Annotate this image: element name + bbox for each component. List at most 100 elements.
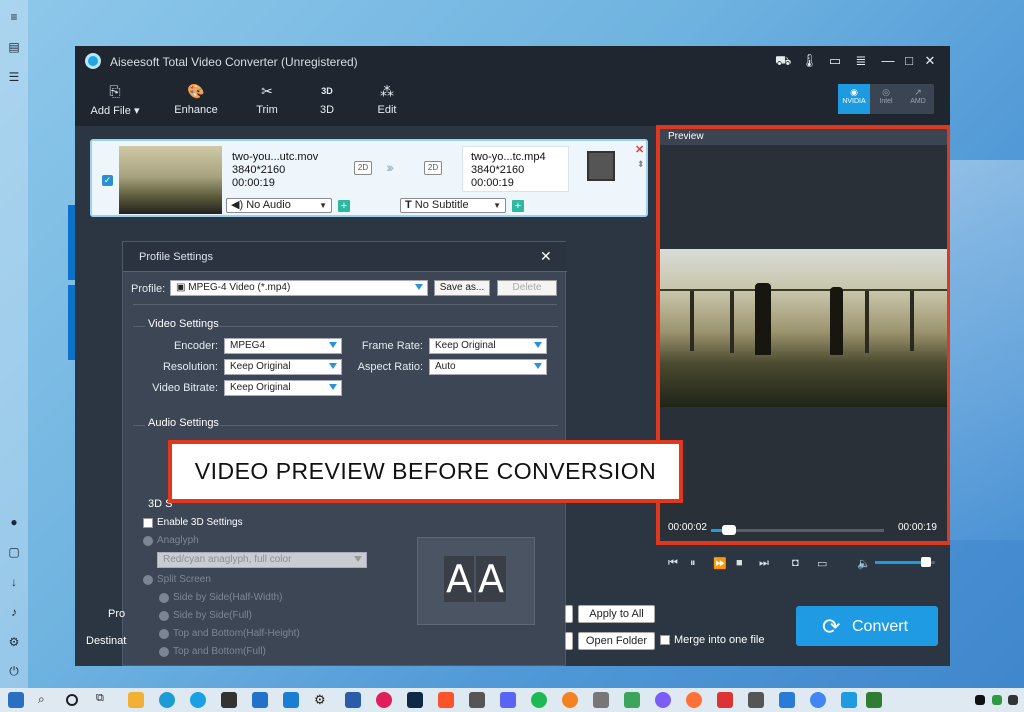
calculator-icon[interactable]	[593, 692, 609, 708]
aiseesoft-taskbar-icon[interactable]	[841, 692, 857, 708]
cart-icon[interactable]: ⛟	[775, 53, 791, 69]
tray-icon[interactable]	[975, 695, 985, 705]
spotify-icon[interactable]	[531, 692, 547, 708]
seek-handle[interactable]	[722, 525, 736, 535]
settings-icon[interactable]: ⚙	[7, 635, 21, 649]
firefox-icon[interactable]	[686, 692, 702, 708]
power-icon[interactable]: ⏻	[7, 664, 21, 678]
3d-button[interactable]: 3D 3D	[297, 82, 357, 116]
output-info-box[interactable]: two-yo...tc.mp4 3840*2160 00:00:19	[462, 146, 569, 192]
app-icon[interactable]	[469, 692, 485, 708]
search-icon[interactable]: ⌕	[38, 692, 54, 708]
save-as-button[interactable]: Save as...	[434, 280, 490, 296]
edge-dev-icon[interactable]	[190, 692, 206, 708]
gpu-nvidia-button[interactable]: ◉ NVIDIA	[838, 84, 870, 114]
anaglyph-radio[interactable]	[143, 536, 153, 546]
preview-video[interactable]	[660, 249, 947, 407]
app-icon[interactable]	[717, 692, 733, 708]
encoder-select[interactable]: MPEG4	[224, 338, 342, 354]
split-option-radio[interactable]	[159, 611, 169, 621]
subtitle-select[interactable]: T No Subtitle ▼	[400, 198, 506, 213]
document-icon[interactable]: ▢	[7, 545, 21, 559]
merge-checkbox[interactable]	[660, 635, 670, 645]
video-bitrate-select[interactable]: Keep Original	[224, 380, 342, 396]
add-file-button[interactable]: ⎘ Add File ▾	[85, 82, 145, 117]
close-icon[interactable]: ✕	[922, 53, 938, 69]
skip-back-icon[interactable]: ⏮	[668, 557, 678, 570]
tray-icon[interactable]	[1008, 695, 1018, 705]
avatar-icon[interactable]: ●	[7, 515, 21, 529]
settings-icon[interactable]: ⚙	[314, 692, 330, 708]
tray-icon[interactable]	[992, 695, 1002, 705]
destination-field-edge[interactable]	[565, 632, 573, 650]
add-subtitle-button[interactable]: +	[512, 200, 524, 212]
chrome-icon[interactable]	[810, 692, 826, 708]
file-explorer-icon[interactable]	[128, 692, 144, 708]
gpu-amd-button[interactable]: ↗ AMD	[902, 84, 934, 114]
app-icon[interactable]	[624, 692, 640, 708]
split-option-radio[interactable]	[159, 629, 169, 639]
messenger-icon[interactable]	[655, 692, 671, 708]
app-icon[interactable]	[407, 692, 423, 708]
download-icon[interactable]: ↓	[7, 575, 21, 589]
chat-icon[interactable]: ▭	[827, 53, 843, 69]
start-icon[interactable]	[8, 692, 24, 708]
split-screen-radio[interactable]	[143, 575, 153, 585]
chevron-down-icon[interactable]: ▾	[134, 105, 140, 117]
volume-handle[interactable]	[921, 557, 931, 567]
resolution-select[interactable]: Keep Original	[224, 359, 342, 375]
stop-icon[interactable]: ■	[736, 557, 743, 569]
remove-file-icon[interactable]: ✕	[635, 143, 644, 156]
audio-track-select[interactable]: ◀) No Audio ▼	[226, 198, 332, 213]
volume-icon[interactable]: 🔈	[857, 557, 871, 570]
edge-icon[interactable]	[159, 692, 175, 708]
calendar-icon[interactable]	[283, 692, 299, 708]
music-icon[interactable]: ♪	[7, 605, 21, 619]
trim-button[interactable]: ✂ Trim	[237, 82, 297, 116]
split-option-radio[interactable]	[159, 593, 169, 603]
menu-icon[interactable]: ≡	[7, 10, 21, 24]
profile-select[interactable]: ▣ MPEG-4 Video (*.mp4)	[170, 280, 428, 296]
app-icon[interactable]	[748, 692, 764, 708]
file-checkbox[interactable]: ✓	[102, 175, 113, 186]
app-icon[interactable]	[562, 692, 578, 708]
brave-icon[interactable]	[438, 692, 454, 708]
split-option-radio[interactable]	[159, 647, 169, 657]
enable-3d-checkbox[interactable]	[143, 518, 153, 528]
menu-icon[interactable]: ≣	[853, 53, 869, 69]
cortana-icon[interactable]	[66, 694, 78, 706]
file-list-item[interactable]: ✓ two-you...utc.mov 3840*2160 00:00:19 2…	[90, 139, 648, 217]
store-icon[interactable]	[221, 692, 237, 708]
convert-button[interactable]: ⟳ Convert	[796, 606, 938, 646]
profile-field-edge[interactable]	[565, 605, 573, 623]
forward-icon[interactable]: ⏩	[713, 557, 727, 570]
seek-track[interactable]	[711, 529, 884, 532]
app-icon[interactable]	[866, 692, 882, 708]
folder-icon[interactable]: ▭	[817, 557, 827, 570]
minimize-icon[interactable]: —	[880, 53, 896, 69]
mail-icon[interactable]	[252, 692, 268, 708]
gallery-icon[interactable]: ▤	[7, 40, 21, 54]
maximize-icon[interactable]: □	[901, 53, 917, 69]
skip-forward-icon[interactable]: ⏭	[759, 557, 769, 570]
dialog-close-icon[interactable]: ✕	[540, 248, 552, 265]
aspect-ratio-select[interactable]: Auto	[429, 359, 547, 375]
task-view-icon[interactable]: ⧉	[96, 692, 112, 708]
gpu-intel-button[interactable]: ◎ Intel	[870, 84, 902, 114]
thermometer-icon[interactable]: 🌡	[801, 53, 818, 69]
open-folder-button[interactable]: Open Folder	[578, 632, 655, 650]
slack-icon[interactable]	[376, 692, 392, 708]
edit-button[interactable]: ⁂ Edit	[357, 82, 417, 116]
word-icon[interactable]	[345, 692, 361, 708]
apply-to-all-button[interactable]: Apply to All	[578, 605, 655, 623]
camera-icon[interactable]: ◘	[792, 557, 799, 569]
output-format-icon[interactable]	[587, 151, 615, 181]
enhance-button[interactable]: 🎨 Enhance	[166, 82, 226, 116]
discord-icon[interactable]	[500, 692, 516, 708]
frame-rate-select[interactable]: Keep Original	[429, 338, 547, 354]
list-icon[interactable]: ☰	[7, 70, 21, 84]
add-audio-button[interactable]: +	[338, 200, 350, 212]
pause-icon[interactable]: ⏸	[690, 557, 696, 570]
delete-button[interactable]: Delete	[497, 280, 557, 296]
app-icon[interactable]	[779, 692, 795, 708]
